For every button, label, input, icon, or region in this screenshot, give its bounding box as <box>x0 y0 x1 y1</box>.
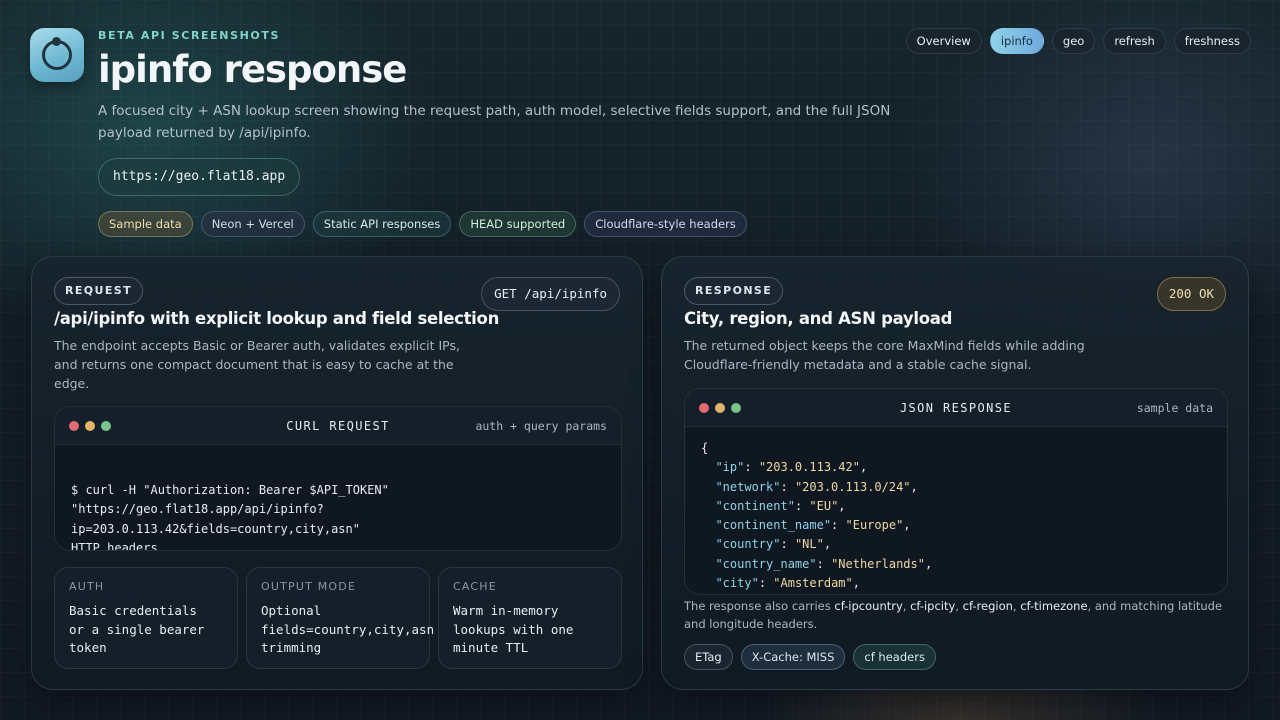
response-chips: ETag X-Cache: MISS cf headers <box>684 644 936 670</box>
json-line: "country": "NL", <box>715 537 832 552</box>
request-description: The endpoint accepts Basic or Bearer aut… <box>54 338 460 391</box>
json-value: "Netherlands" <box>831 556 925 571</box>
json-key: "continent" <box>715 498 795 513</box>
tab-refresh[interactable]: refresh <box>1103 28 1166 54</box>
request-label: REQUEST <box>54 277 144 305</box>
top-nav: Overview ipinfo geo refresh freshness <box>905 28 1251 54</box>
page-subtitle: A focused city + ASN lookup screen showi… <box>98 103 891 141</box>
code-line: HTTP headers <box>71 540 158 551</box>
tag-cloudflare-headers: Cloudflare-style headers <box>584 211 747 237</box>
json-value: "203.0.113.0/24" <box>794 479 911 494</box>
curl-code-card[interactable]: CURL REQUEST auth + query params $ curl … <box>54 406 622 551</box>
eyebrow-label: BETA API SCREENSHOTS <box>98 29 280 42</box>
code-line: ip=203.0.113.42&fields=country,city,asn" <box>71 521 360 536</box>
curl-code-meta: auth + query params <box>475 419 607 433</box>
tag-static-api: Static API responses <box>312 211 452 237</box>
page-title: ipinfo response <box>98 48 407 91</box>
json-key: "network" <box>715 479 781 494</box>
json-value: "Europe" <box>845 518 904 533</box>
tag-sample-data: Sample data <box>98 211 193 237</box>
response-label: RESPONSE <box>684 277 784 305</box>
curl-code-header: CURL REQUEST auth + query params <box>55 407 621 445</box>
json-line: "ip": "203.0.113.42", <box>715 460 868 475</box>
json-value: "NL" <box>794 537 824 552</box>
json-value: "Amsterdam" <box>773 576 853 591</box>
response-panel: RESPONSE 200 OK City, region, and ASN pa… <box>661 256 1249 690</box>
response-description: The returned object keeps the core MaxMi… <box>684 338 1085 372</box>
json-value: "203.0.113.42" <box>758 460 860 475</box>
status-badge: 200 OK <box>1156 277 1226 311</box>
header-name: cf-ipcountry <box>834 599 903 613</box>
auth-card-value: Basic credentials or a single bearer tok… <box>69 603 205 655</box>
base-url-pill[interactable]: https://geo.flat18.app <box>98 158 301 196</box>
curl-code-body: $ curl -H "Authorization: Bearer $API_TO… <box>71 481 389 551</box>
cache-card-label: CACHE <box>453 580 497 593</box>
logo-dot-icon <box>52 37 61 46</box>
response-note: The response also carries cf-ipcountry, … <box>684 599 1223 631</box>
header-name: cf-timezone <box>1020 599 1088 613</box>
json-key: "city" <box>715 576 759 591</box>
header-name: cf-ipcity <box>910 599 956 613</box>
json-line: "continent_name": "Europe", <box>715 518 911 533</box>
code-line: $ curl -H "Authorization: Bearer $API_TO… <box>71 483 389 497</box>
json-code-card[interactable]: JSON RESPONSE sample data { "ip": "203.0… <box>684 388 1228 595</box>
app-logo <box>30 28 84 82</box>
method-badge: GET /api/ipinfo <box>481 277 620 311</box>
header-name: cf-region <box>962 599 1013 613</box>
auth-card-label: AUTH <box>69 580 105 593</box>
tab-freshness[interactable]: freshness <box>1173 28 1251 54</box>
tag-head-supported: HEAD supported <box>459 211 577 237</box>
json-code-body: { "ip": "203.0.113.42", "network": "203.… <box>685 427 1227 593</box>
json-value: "EU" <box>809 498 839 513</box>
output-mode-card: OUTPUT MODE Optional fields=country,city… <box>246 567 434 669</box>
chip-x-cache: X-Cache: MISS <box>740 644 846 670</box>
response-title: City, region, and ASN payload <box>684 309 953 328</box>
json-line: "country_name": "Netherlands", <box>715 556 933 571</box>
request-panel: REQUEST GET /api/ipinfo /api/ipinfo with… <box>31 256 643 690</box>
cache-card-value: Warm in-memory lookups with one minute T… <box>453 603 574 655</box>
json-line: "network": "203.0.113.0/24", <box>715 479 918 494</box>
tab-overview[interactable]: Overview <box>905 28 982 54</box>
json-key: "ip" <box>715 460 745 475</box>
feature-tags: Sample data Neon + Vercel Static API res… <box>98 211 747 237</box>
output-mode-card-value: Optional fields=country,city,asn trimmin… <box>261 603 435 655</box>
json-line: "continent": "EU", <box>715 498 846 513</box>
tab-ipinfo[interactable]: ipinfo <box>989 28 1044 54</box>
chip-etag: ETag <box>684 644 733 670</box>
json-key: "country_name" <box>715 556 817 571</box>
cache-card: CACHE Warm in-memory lookups with one mi… <box>438 567 622 669</box>
code-line: "https://geo.flat18.app/api/ipinfo? <box>71 502 324 517</box>
auth-card: AUTH Basic credentials or a single beare… <box>54 567 238 669</box>
tag-neon-vercel: Neon + Vercel <box>200 211 305 237</box>
tab-geo[interactable]: geo <box>1051 28 1096 54</box>
json-key: "country" <box>715 537 781 552</box>
output-mode-card-label: OUTPUT MODE <box>261 580 357 593</box>
json-code-meta: sample data <box>1136 401 1213 415</box>
request-title: /api/ipinfo with explicit lookup and fie… <box>54 309 500 328</box>
json-brace-open: { <box>701 441 709 455</box>
json-key: "continent_name" <box>715 518 832 533</box>
chip-cf-headers: cf headers <box>853 644 936 670</box>
json-line: "city": "Amsterdam", <box>715 576 860 591</box>
json-code-header: JSON RESPONSE sample data <box>685 389 1227 427</box>
